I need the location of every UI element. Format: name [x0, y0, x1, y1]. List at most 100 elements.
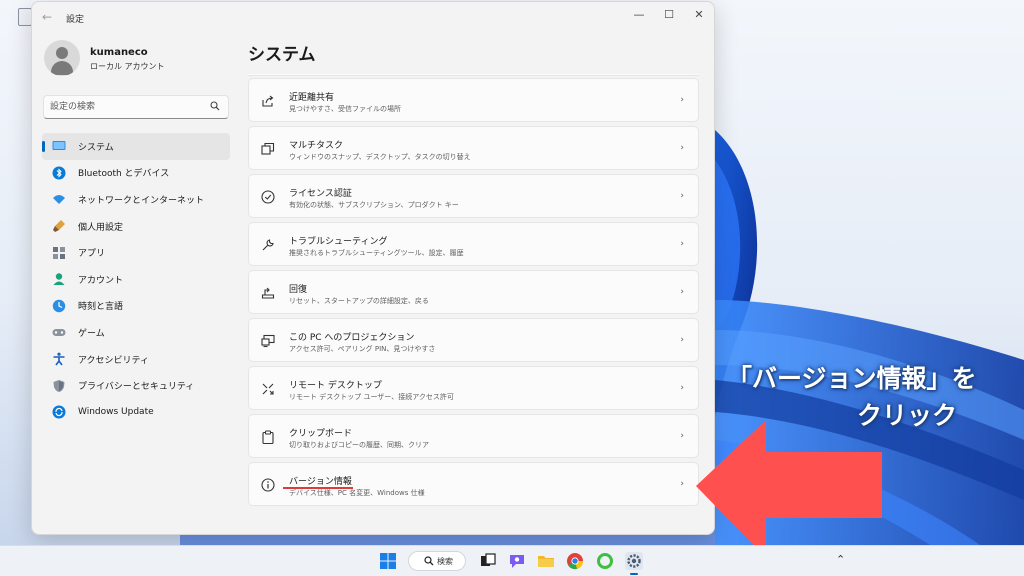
wifi-icon [53, 195, 65, 205]
card-projection[interactable]: この PC へのプロジェクション アクセス許可、ペアリング PIN、見つけやすさ… [248, 318, 699, 362]
sidebar-item-gaming[interactable]: ゲーム [42, 319, 230, 346]
search-icon [210, 101, 220, 111]
chevron-right-icon: › [680, 143, 684, 153]
minimize-button[interactable]: — [624, 4, 654, 26]
card-subtitle: 見つけやすさ、受信ファイルの場所 [289, 105, 401, 113]
card-subtitle: デバイス仕様、PC 名変更、Windows 仕様 [289, 489, 425, 497]
start-icon[interactable] [378, 551, 398, 571]
file-explorer-icon[interactable] [536, 551, 556, 571]
active-app-indicator [630, 573, 638, 575]
sidebar-item-label: アクセシビリティ [78, 355, 150, 366]
chrome-icon[interactable] [565, 551, 585, 571]
card-subtitle: ウィンドウのスナップ、デスクトップ、タスクの切り替え [289, 153, 471, 161]
settings-gear-icon[interactable] [624, 551, 644, 571]
card-title: バージョン情報 [289, 477, 352, 487]
back-arrow-icon[interactable]: ← [42, 10, 56, 24]
chevron-up-icon[interactable]: ⌃ [836, 553, 845, 566]
chevron-right-icon: › [680, 479, 684, 489]
page-title: システム [248, 45, 316, 65]
chevron-right-icon: › [680, 191, 684, 201]
settings-search[interactable] [43, 95, 229, 119]
card-subtitle: 有効化の状態、サブスクリプション、プロダクト キー [289, 201, 459, 209]
apps-icon [53, 246, 65, 259]
chevron-right-icon: › [680, 239, 684, 249]
sidebar-item-personalization[interactable]: 個人用設定 [42, 213, 230, 240]
sidebar-item-bluetooth[interactable]: Bluetooth とデバイス [42, 160, 230, 187]
card-subtitle: 切り取りおよびコピーの履歴、同期、クリア [289, 441, 429, 449]
share-icon [262, 95, 274, 107]
window-title: 設定 [66, 15, 85, 25]
sidebar-nav: システム Bluetooth とデバイス ネットワークとインターネット 個人用設… [42, 133, 230, 426]
account-icon [53, 273, 65, 286]
multitask-icon [261, 142, 275, 155]
chevron-right-icon: › [680, 95, 684, 105]
sidebar-item-apps[interactable]: アプリ [42, 239, 230, 266]
user-name: kumaneco [90, 47, 148, 58]
card-title: リモート デスクトップ [289, 381, 382, 391]
card-subtitle: リモート デスクトップ ユーザー、接続アクセス許可 [289, 393, 454, 401]
sidebar-item-windows-update[interactable]: Windows Update [42, 399, 230, 426]
card-title: 近距離共有 [289, 93, 335, 103]
chevron-right-icon: › [680, 383, 684, 393]
taskbar-search-label: 検索 [437, 557, 453, 566]
avatar [44, 40, 80, 76]
card-troubleshoot[interactable]: トラブルシューティング 推奨されるトラブルシューティングツール、設定、履歴 › [248, 222, 699, 266]
account-type: ローカル アカウント [90, 62, 165, 71]
card-remote-desktop[interactable]: リモート デスクトップ リモート デスクトップ ユーザー、接続アクセス許可 › [248, 366, 699, 410]
sidebar-item-privacy[interactable]: プライバシーとセキュリティ [42, 372, 230, 399]
search-icon [424, 556, 434, 566]
sidebar-item-label: アプリ [78, 249, 106, 260]
card-subtitle: リセット、スタートアップの詳細設定、戻る [289, 297, 429, 305]
taskbar: 検索 ⌃ [0, 545, 1024, 576]
sidebar-item-label: システム [78, 142, 114, 153]
sidebar-item-label: 個人用設定 [78, 222, 124, 233]
sidebar-item-label: Bluetooth とデバイス [78, 169, 170, 180]
sidebar-item-time-language[interactable]: 時刻と言語 [42, 293, 230, 320]
maximize-button[interactable]: ☐ [654, 4, 684, 26]
app-ring-icon[interactable] [595, 551, 615, 571]
card-recovery[interactable]: 回復 リセット、スタートアップの詳細設定、戻る › [248, 270, 699, 314]
sidebar-item-label: Windows Update [78, 407, 154, 418]
chevron-right-icon: › [680, 431, 684, 441]
sidebar-item-system[interactable]: システム [42, 133, 230, 160]
remote-desktop-icon [262, 383, 274, 395]
sidebar-item-network[interactable]: ネットワークとインターネット [42, 186, 230, 213]
settings-window: ← 設定 — ☐ ✕ kumaneco ローカル アカウント システム [31, 1, 715, 535]
card-title: マルチタスク [289, 141, 344, 151]
card-about[interactable]: バージョン情報 デバイス仕様、PC 名変更、Windows 仕様 › [248, 462, 699, 506]
search-input[interactable] [50, 99, 200, 115]
chevron-right-icon: › [680, 287, 684, 297]
card-clipboard[interactable]: クリップボード 切り取りおよびコピーの履歴、同期、クリア › [248, 414, 699, 458]
sidebar-item-accessibility[interactable]: アクセシビリティ [42, 346, 230, 373]
card-subtitle: アクセス許可、ペアリング PIN、見つけやすさ [289, 345, 436, 353]
chat-icon[interactable] [507, 551, 527, 571]
card-subtitle: 推奨されるトラブルシューティングツール、設定、履歴 [289, 249, 464, 257]
sidebar-item-label: ゲーム [78, 328, 105, 339]
left-arrow-icon [696, 420, 882, 558]
wrench-icon [262, 239, 274, 251]
paintbrush-icon [53, 220, 65, 233]
sidebar-item-label: ネットワークとインターネット [78, 195, 205, 206]
gamepad-icon [52, 329, 66, 337]
card-nearby-sharing[interactable]: 近距離共有 見つけやすさ、受信ファイルの場所 › [248, 78, 699, 122]
sidebar-item-label: プライバシーとセキュリティ [78, 382, 195, 393]
close-button[interactable]: ✕ [684, 4, 714, 26]
sidebar-item-accounts[interactable]: アカウント [42, 266, 230, 293]
task-view-icon[interactable] [478, 551, 498, 571]
card-multitasking[interactable]: マルチタスク ウィンドウのスナップ、デスクトップ、タスクの切り替え › [248, 126, 699, 170]
card-activation[interactable]: ライセンス認証 有効化の状態、サブスクリプション、プロダクト キー › [248, 174, 699, 218]
card-title: 回復 [289, 285, 308, 295]
title-bar: ← 設定 — ☐ ✕ [32, 2, 714, 34]
accessibility-icon [53, 352, 65, 366]
taskbar-search[interactable]: 検索 [408, 551, 466, 571]
annotation-line-1: 「バージョン情報」を [727, 364, 977, 393]
projection-icon [261, 334, 275, 348]
recovery-icon [261, 287, 275, 299]
sidebar-item-label: アカウント [78, 275, 124, 286]
system-icon [52, 141, 66, 151]
card-title: トラブルシューティング [289, 237, 388, 247]
update-icon [52, 405, 66, 419]
time-language-icon [52, 299, 66, 313]
card-title: クリップボード [289, 429, 353, 439]
activation-icon [261, 190, 275, 204]
